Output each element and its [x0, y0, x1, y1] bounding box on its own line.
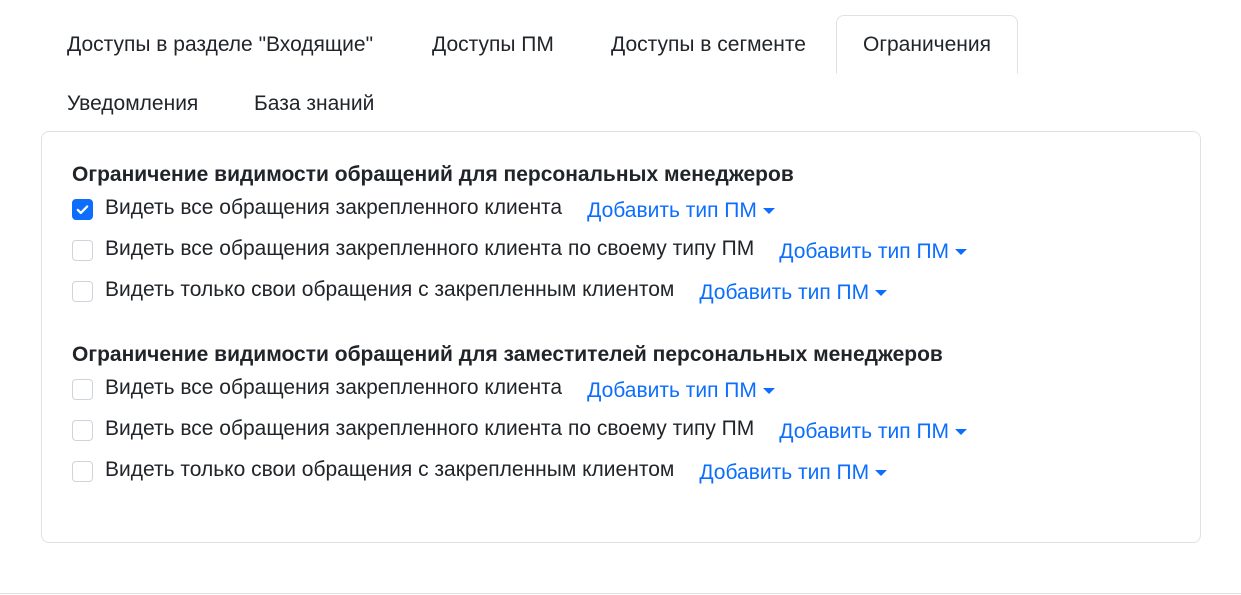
- add-pm-type-dropdown[interactable]: Добавить тип ПМ: [779, 239, 968, 264]
- checkbox[interactable]: [72, 379, 93, 400]
- dropdown-label: Добавить тип ПМ: [779, 419, 950, 443]
- tab-pm-access[interactable]: Доступы ПМ: [405, 15, 581, 74]
- option-label: Видеть все обращения закрепленного клиен…: [105, 416, 755, 440]
- tab-restrictions[interactable]: Ограничения: [836, 15, 1018, 74]
- caret-down-icon: [762, 207, 775, 214]
- tab-knowledge-base[interactable]: База знаний: [227, 74, 401, 133]
- option-label: Видеть только свои обращения с закреплен…: [105, 457, 675, 481]
- dropdown-label: Добавить тип ПМ: [699, 280, 870, 304]
- list-item: Видеть все обращения закрепленного клиен…: [72, 189, 1172, 230]
- option-label: Видеть все обращения закрепленного клиен…: [105, 195, 563, 219]
- option-label: Видеть все обращения закрепленного клиен…: [105, 236, 755, 260]
- pm-visibility-section: Ограничение видимости обращений для перс…: [72, 161, 1172, 312]
- restrictions-panel: Ограничение видимости обращений для перс…: [41, 131, 1201, 543]
- checkbox[interactable]: [72, 461, 93, 482]
- add-pm-type-dropdown[interactable]: Добавить тип ПМ: [699, 280, 888, 305]
- checkbox[interactable]: [72, 281, 93, 302]
- list-item: Видеть все обращения закрепленного клиен…: [72, 369, 1172, 410]
- caret-down-icon: [762, 387, 775, 394]
- section-title: Ограничение видимости обращений для перс…: [72, 163, 794, 186]
- add-pm-type-dropdown[interactable]: Добавить тип ПМ: [779, 419, 968, 444]
- caret-down-icon: [955, 428, 968, 435]
- add-pm-type-dropdown[interactable]: Добавить тип ПМ: [587, 379, 775, 403]
- list-item: Видеть все обращения закрепленного клиен…: [72, 230, 1172, 271]
- check-icon: [76, 205, 89, 215]
- caret-down-icon: [875, 289, 888, 296]
- option-label: Видеть только свои обращения с закреплен…: [105, 277, 675, 301]
- section-title: Ограничение видимости обращений для заме…: [72, 343, 943, 366]
- checkbox[interactable]: [72, 199, 93, 220]
- list-item: Видеть все обращения закрепленного клиен…: [72, 410, 1172, 451]
- caret-down-icon: [955, 248, 968, 255]
- tab-notifications[interactable]: Уведомления: [40, 74, 225, 133]
- add-pm-type-dropdown[interactable]: Добавить тип ПМ: [587, 199, 775, 223]
- option-label: Видеть все обращения закрепленного клиен…: [105, 375, 563, 399]
- tab-inbox-access[interactable]: Доступы в разделе "Входящие": [40, 15, 400, 74]
- dropdown-label: Добавить тип ПМ: [587, 198, 757, 222]
- settings-tabs: Доступы в разделе "Входящие" Доступы ПМ …: [40, 15, 1040, 131]
- divider: [0, 593, 1241, 594]
- list-item: Видеть только свои обращения с закреплен…: [72, 271, 1172, 312]
- deputy-pm-visibility-section: Ограничение видимости обращений для заме…: [72, 341, 1172, 492]
- caret-down-icon: [875, 469, 888, 476]
- tab-segment-access[interactable]: Доступы в сегменте: [584, 15, 833, 74]
- checkbox[interactable]: [72, 420, 93, 441]
- add-pm-type-dropdown[interactable]: Добавить тип ПМ: [699, 460, 888, 485]
- dropdown-label: Добавить тип ПМ: [699, 460, 870, 484]
- dropdown-label: Добавить тип ПМ: [779, 239, 950, 263]
- dropdown-label: Добавить тип ПМ: [587, 378, 757, 402]
- list-item: Видеть только свои обращения с закреплен…: [72, 451, 1172, 492]
- checkbox[interactable]: [72, 240, 93, 261]
